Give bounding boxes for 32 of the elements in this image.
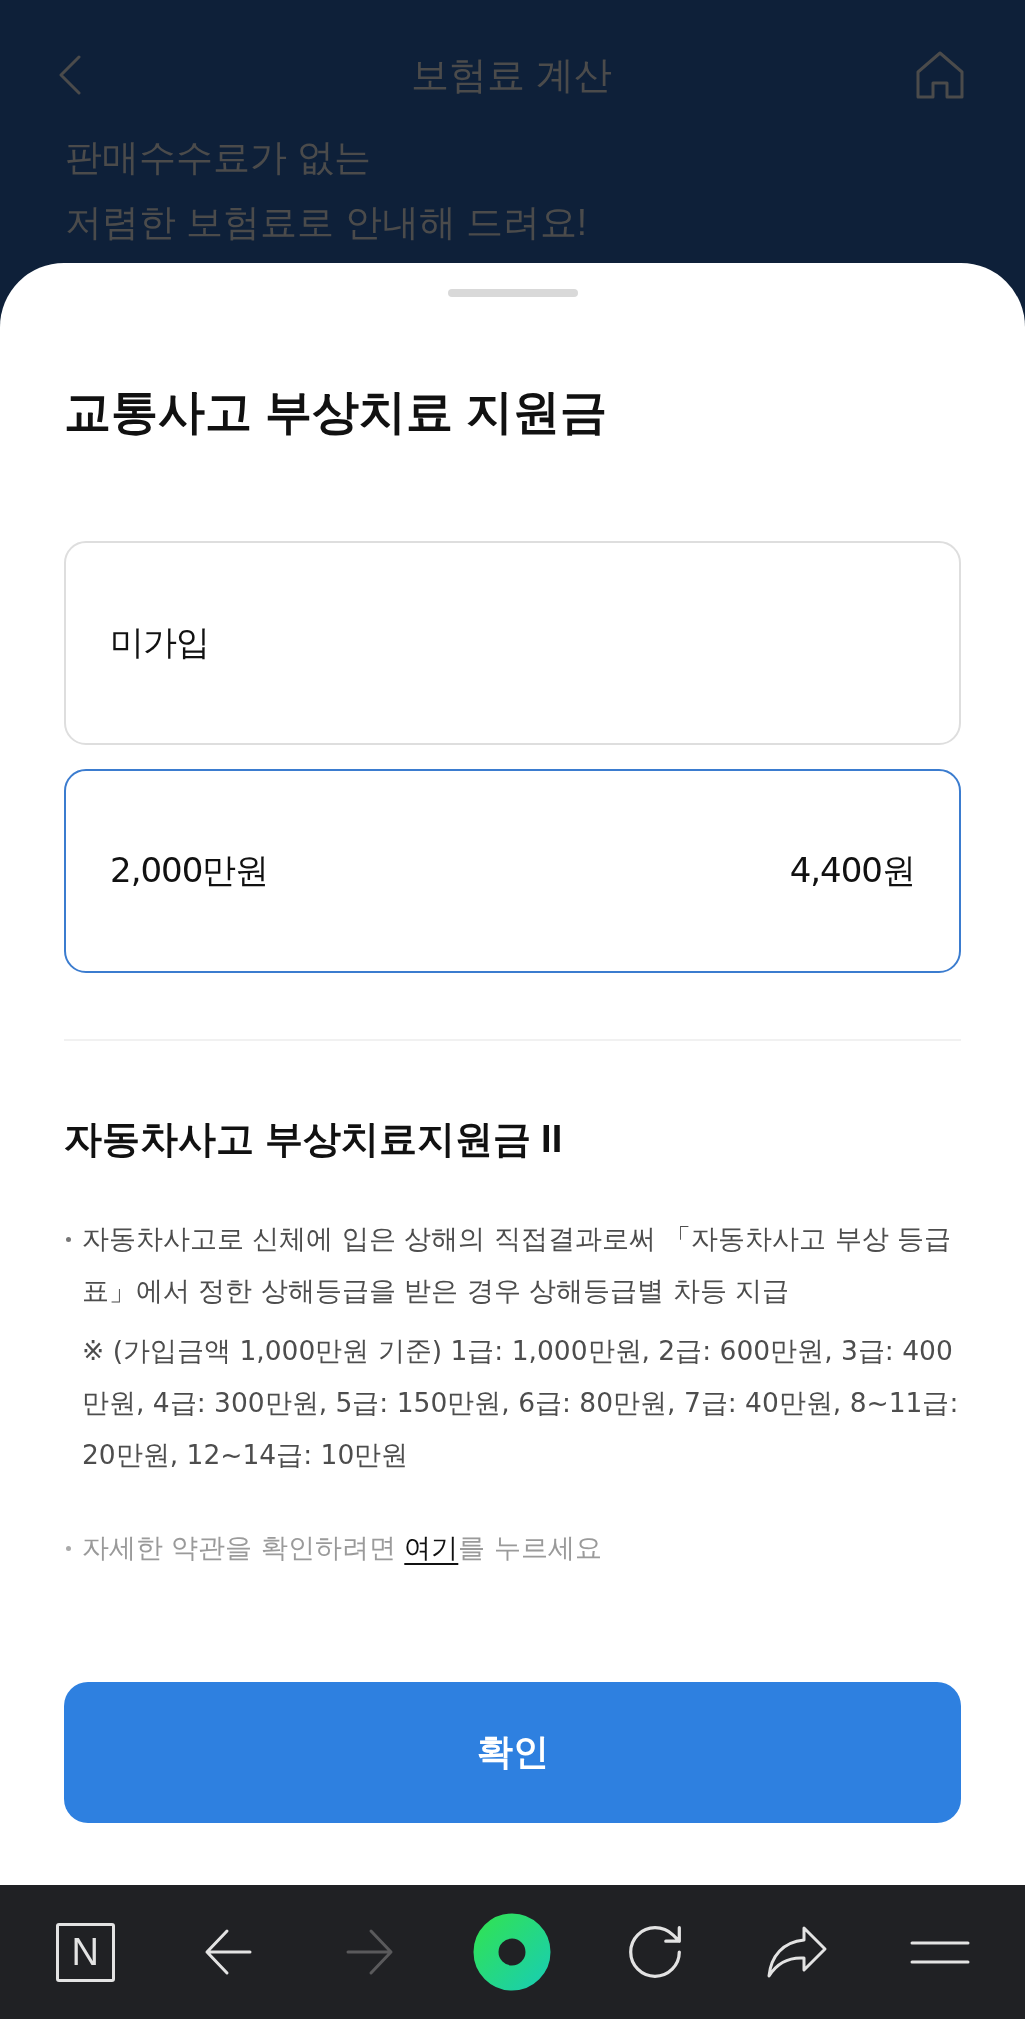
sheet-title: 교통사고 부상치료 지원금 xyxy=(64,384,609,440)
back-button[interactable] xyxy=(203,1928,252,1976)
bullet-icon xyxy=(66,1237,71,1242)
option-price: 4,400원 xyxy=(789,849,915,892)
option-card[interactable]: 2,000만원 4,400원 xyxy=(64,769,961,973)
option-label: 2,000만원 xyxy=(110,849,269,892)
circular-arrow-icon xyxy=(627,1925,682,1979)
subtitle-line: 저렴한 보험료로 안내해 드려요! xyxy=(64,201,589,245)
confirm-button[interactable]: 확인 xyxy=(64,1682,961,1823)
section-heading: 자동차사고 부상치료지원금 II xyxy=(64,1117,564,1162)
menu-button[interactable] xyxy=(909,1940,970,1964)
arrow-left-icon xyxy=(203,1928,252,1976)
header-title: 보험료 계산 xyxy=(411,53,612,98)
option-label: 미가입 xyxy=(110,621,209,664)
ring-icon xyxy=(473,1913,552,1991)
bullet-text: 자동차사고로 신체에 입은 상해의 직접결과로써 「자동차사고 부상 등급표」에서 정한 상해등급을 받은 경우 상해등급별 차등 지급 xyxy=(82,1222,952,1308)
chevron-left-icon xyxy=(58,55,82,95)
logo-button[interactable]: N xyxy=(55,1922,115,1982)
drag-handle[interactable] xyxy=(447,289,578,297)
house-icon xyxy=(915,51,965,99)
note-text: ※ (가입금액 1,000만원 기준) 1급: 1,000만원, 2급: 600만원, 3급: 400만원, 4급: 300만원, 5급: 150만원, 6급: 80만원, 7급: 40만원, 8~11급: 20만원, 12~14급: 10만원 xyxy=(82,1334,960,1472)
ring-button[interactable] xyxy=(473,1913,552,1991)
share-button[interactable] xyxy=(766,1925,829,1979)
bullet-icon xyxy=(66,1546,71,1551)
terms-link[interactable]: 여기 xyxy=(404,1532,459,1563)
reload-button[interactable] xyxy=(627,1925,682,1979)
arrow-right-icon xyxy=(346,1928,395,1976)
option-card[interactable]: 미가입 xyxy=(64,541,961,745)
subtitle-line: 판매수수료가 없는 xyxy=(64,136,373,180)
curved-arrow-icon xyxy=(766,1925,829,1979)
menu-icon xyxy=(909,1940,970,1964)
terms-text: 자세한 약관을 확인하려면 여기 를 누르세요 xyxy=(82,1531,602,1565)
